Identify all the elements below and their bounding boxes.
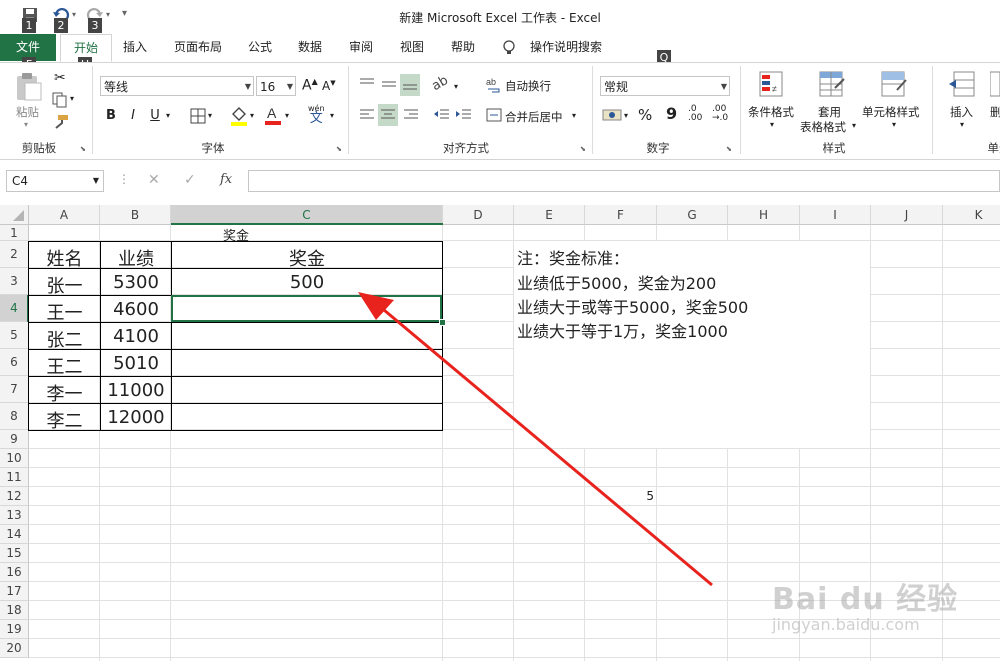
watermark-logo: Bai du 经验 — [772, 582, 959, 617]
watermark-url: jingyan.baidu.com — [772, 615, 920, 634]
red-arrow-annotation — [358, 292, 713, 587]
